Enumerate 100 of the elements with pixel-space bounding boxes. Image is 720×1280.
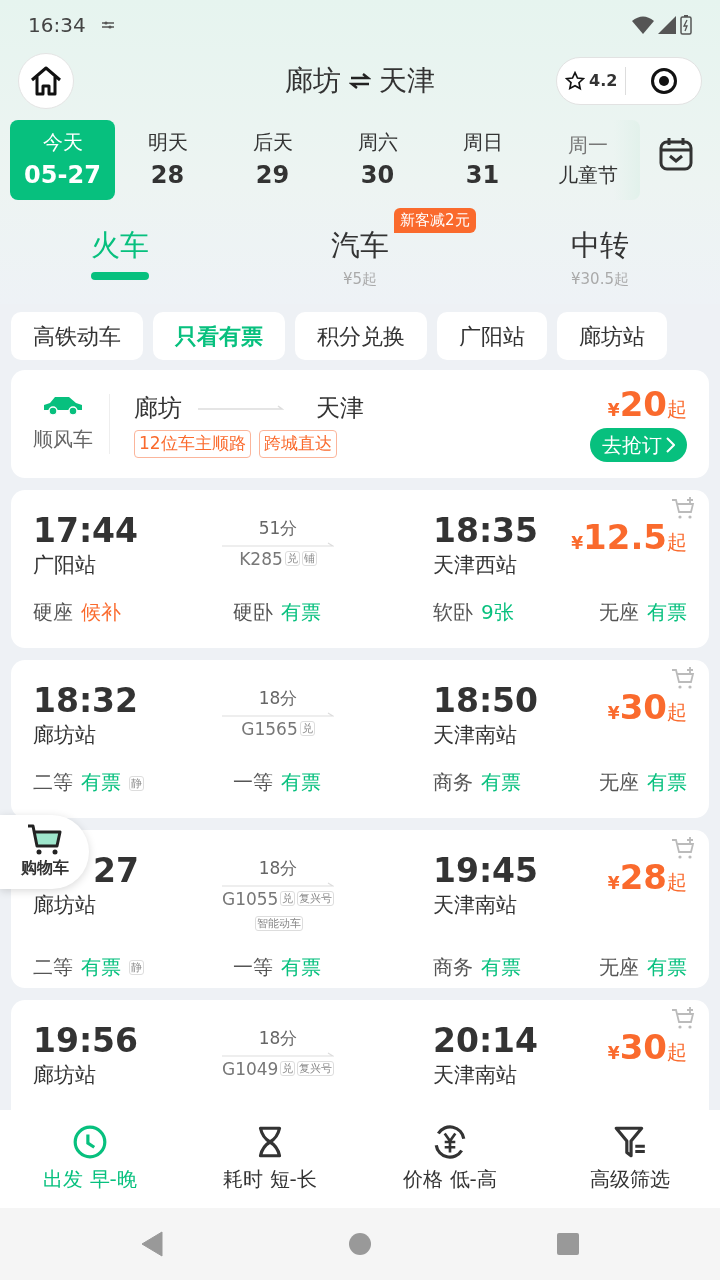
- home-icon[interactable]: [348, 1232, 372, 1256]
- ticket-availability: 有票: [281, 955, 321, 979]
- departure-station: 廊坊站: [33, 1061, 97, 1089]
- seat-class: 二等: [33, 770, 73, 795]
- sort-tab[interactable]: 价格 低-高: [360, 1124, 540, 1194]
- promo-badge: 新客减2元: [394, 208, 476, 233]
- date-tab[interactable]: 后天 29: [220, 120, 325, 200]
- battery-icon: [680, 15, 692, 35]
- feature-tag: 跨城直达: [258, 430, 337, 458]
- ticket-availability: 有票: [281, 770, 321, 795]
- signal-icon: [658, 16, 676, 34]
- swap-icon[interactable]: [349, 72, 371, 90]
- train-tag: 智能动车: [255, 916, 303, 932]
- ticket-availability: 有票: [647, 770, 687, 795]
- arrival-time: 18:50: [433, 682, 540, 720]
- ticket-availability: 有票: [81, 955, 121, 979]
- arrival-time: 19:45: [433, 852, 540, 890]
- travel-duration: 18分: [257, 857, 299, 880]
- date-tab[interactable]: 明天 28: [115, 120, 220, 200]
- departure-station: 广阳站: [33, 551, 97, 579]
- ticket-availability: 有票: [281, 600, 321, 625]
- price: ¥30起: [607, 1026, 687, 1069]
- carpool-label: 顺风车: [33, 426, 93, 453]
- train-tag: 兑: [280, 891, 296, 907]
- train-tag: 复兴号: [297, 891, 335, 907]
- filter-chip[interactable]: 高铁动车: [11, 312, 143, 360]
- train-tag: 铺: [301, 551, 317, 567]
- add-to-cart-icon[interactable]: [671, 1006, 697, 1030]
- travel-duration: 18分: [257, 1027, 299, 1050]
- departure-time: 27: [93, 852, 140, 890]
- date-tab[interactable]: 周日 31: [430, 120, 535, 200]
- train-number: K285: [239, 548, 283, 569]
- travel-duration: 51分: [257, 517, 299, 540]
- travel-duration: 18分: [257, 687, 299, 710]
- cart-button[interactable]: 购物车: [0, 815, 89, 889]
- seat-class: 二等: [33, 955, 73, 979]
- departure-city[interactable]: 廊坊: [285, 60, 341, 102]
- home-icon: [29, 65, 63, 97]
- train-number: G1055: [222, 888, 279, 909]
- arrival-city: 天津: [316, 393, 364, 425]
- arrival-station: 天津西站: [433, 551, 518, 579]
- add-to-cart-icon[interactable]: [671, 666, 697, 690]
- cart-icon: [26, 824, 63, 856]
- filter-icon: [612, 1124, 648, 1160]
- filter-chip[interactable]: 积分兑换: [295, 312, 427, 360]
- clock-icon: [72, 1124, 108, 1160]
- arrival-station: 天津南站: [433, 721, 518, 749]
- price: ¥20起: [607, 386, 687, 424]
- home-button[interactable]: [18, 53, 74, 109]
- seat-class: 一等: [233, 955, 273, 979]
- seat-class: 无座: [599, 770, 639, 795]
- ticket-availability: 候补: [81, 600, 121, 625]
- train-tag: 兑: [280, 1061, 296, 1077]
- ticket-availability: 有票: [647, 955, 687, 979]
- target-icon[interactable]: [649, 67, 678, 95]
- train-number: G1565: [241, 718, 298, 739]
- ticket-availability: 有票: [81, 770, 121, 795]
- seat-class: 商务: [433, 770, 473, 795]
- arrival-station: 天津南站: [433, 891, 518, 919]
- sort-tab[interactable]: 高级筛选: [540, 1124, 720, 1194]
- seat-class: 硬卧: [233, 600, 273, 625]
- back-icon[interactable]: [140, 1231, 164, 1257]
- ticket-availability: 有票: [481, 770, 521, 795]
- price: ¥30起: [607, 686, 687, 729]
- arrival-time: 18:35: [433, 512, 540, 550]
- feature-tag: 12位车主顺路: [134, 430, 251, 458]
- chevron-right-icon: [666, 436, 675, 453]
- add-to-cart-icon[interactable]: [671, 496, 697, 520]
- star-icon: [565, 71, 585, 91]
- seat-class: 硬座: [33, 600, 73, 625]
- train-tag: 兑: [299, 721, 315, 737]
- filter-chip[interactable]: 广阳站: [437, 312, 547, 360]
- calendar-icon[interactable]: [658, 136, 694, 172]
- quiet-tag: 静: [129, 775, 144, 791]
- yen-icon: [432, 1124, 468, 1160]
- train-tag: 兑: [284, 551, 300, 567]
- settings-sliders-icon: [101, 20, 114, 30]
- transport-tab[interactable]: 中转 ¥30.5起: [571, 224, 629, 290]
- departure-station: 廊坊站: [33, 721, 97, 749]
- car-icon: [42, 394, 84, 416]
- ticket-availability: 9张: [481, 600, 514, 625]
- date-tab[interactable]: 周六 30: [325, 120, 430, 200]
- price: ¥28起: [607, 856, 687, 899]
- arrival-time: 20:14: [433, 1022, 540, 1060]
- filter-chip[interactable]: 廊坊站: [557, 312, 667, 360]
- train-tag: 复兴号: [297, 1061, 335, 1077]
- add-to-cart-icon[interactable]: [671, 836, 697, 860]
- arrival-city[interactable]: 天津: [379, 60, 435, 102]
- recents-icon[interactable]: [556, 1232, 580, 1256]
- ticket-availability: 有票: [647, 600, 687, 625]
- wifi-icon: [632, 16, 654, 34]
- transport-tab[interactable]: 汽车 ¥5起: [331, 224, 389, 290]
- seat-class: 无座: [599, 955, 639, 979]
- status-time: 16:34: [28, 12, 86, 39]
- departure-time: 17:44: [33, 512, 140, 550]
- train-number: G1049: [222, 1058, 279, 1079]
- quiet-tag: 静: [129, 960, 144, 976]
- departure-time: 18:32: [33, 682, 140, 720]
- departure-time: 19:56: [33, 1022, 140, 1060]
- sort-tab[interactable]: 耗时 短-长: [180, 1124, 360, 1194]
